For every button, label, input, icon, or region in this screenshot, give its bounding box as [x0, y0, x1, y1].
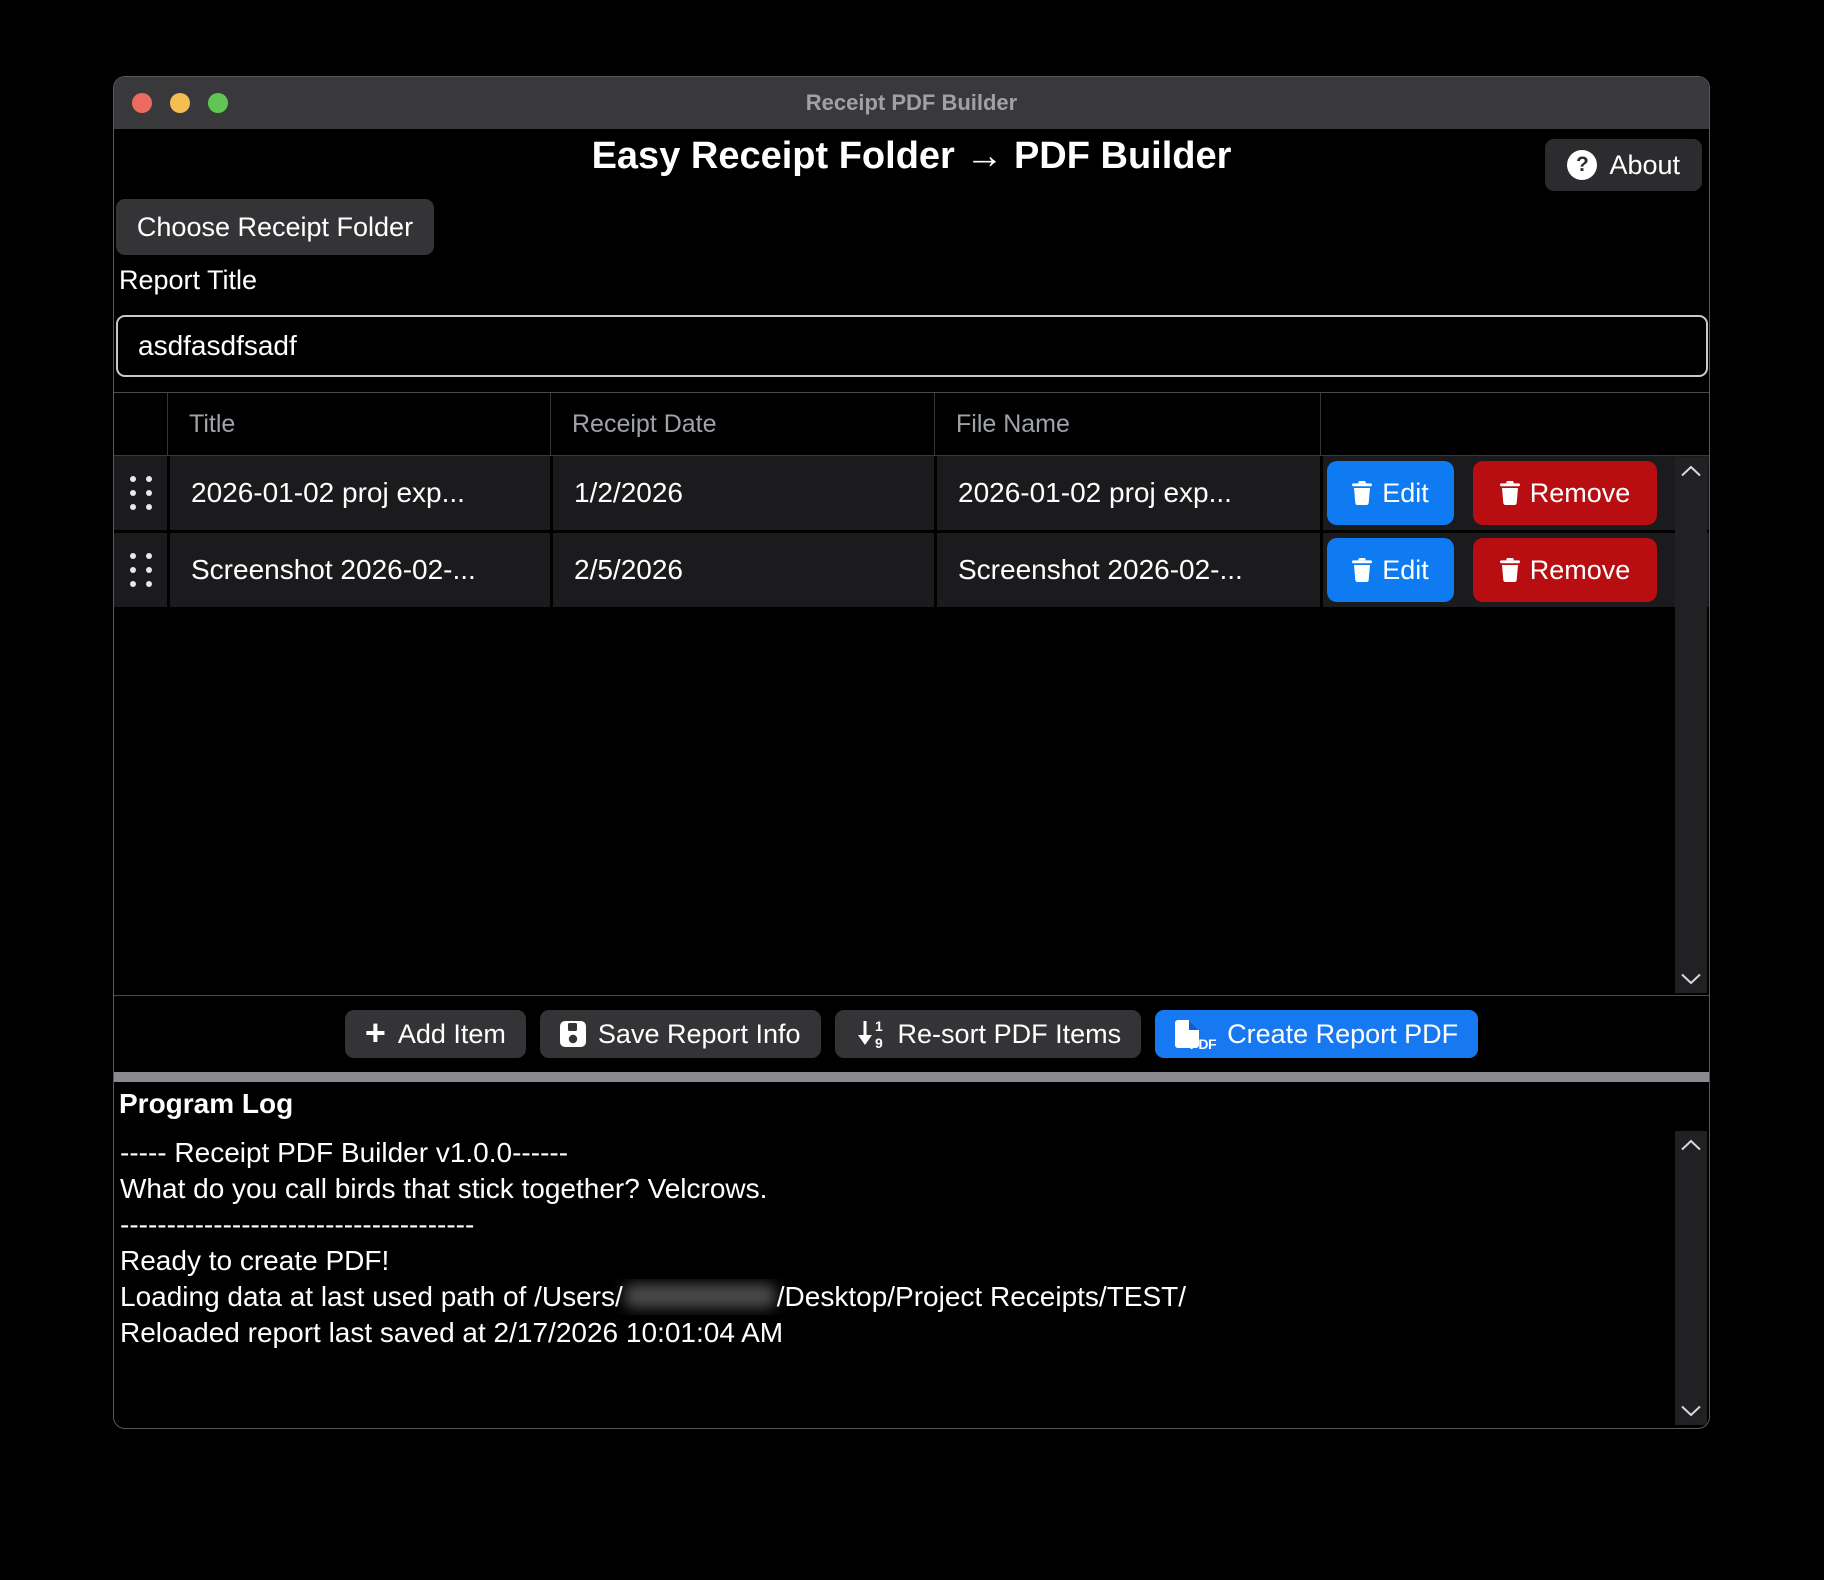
- actions-column-header: [1320, 393, 1709, 455]
- report-title-input[interactable]: [116, 315, 1708, 377]
- receipt-date-column-header: Receipt Date: [550, 393, 934, 455]
- maximize-window-button[interactable]: [208, 93, 228, 113]
- trash-icon: [1352, 558, 1372, 582]
- row-actions-cell: Edit Remove: [1320, 533, 1709, 607]
- svg-text:1: 1: [875, 1019, 883, 1034]
- actions-toolbar: + Add Item Save Report Info 19 Re-sort P…: [114, 1010, 1709, 1058]
- sort-numeric-down-icon: 19: [855, 1019, 886, 1049]
- add-item-label: Add Item: [398, 1019, 506, 1050]
- row-title-cell: Screenshot 2026-02-...: [167, 533, 550, 607]
- save-report-info-button[interactable]: Save Report Info: [540, 1010, 821, 1058]
- log-line: Ready to create PDF!: [120, 1243, 1670, 1279]
- trash-icon: [1352, 481, 1372, 505]
- row-title-cell: 2026-01-02 proj exp...: [167, 456, 550, 530]
- add-item-button[interactable]: + Add Item: [345, 1010, 526, 1058]
- redacted-username: [625, 1284, 775, 1308]
- log-scrollbar[interactable]: [1675, 1131, 1707, 1425]
- row-date-cell: 2/5/2026: [550, 533, 934, 607]
- edit-button-label: Edit: [1382, 478, 1429, 509]
- remove-button-label: Remove: [1530, 555, 1631, 586]
- row-date-cell: 1/2/2026: [550, 456, 934, 530]
- drag-column-header: [114, 393, 167, 455]
- minimize-window-button[interactable]: [170, 93, 190, 113]
- file-name-column-header: File Name: [934, 393, 1320, 455]
- trash-icon: [1500, 558, 1520, 582]
- pane-splitter[interactable]: [114, 1072, 1709, 1082]
- question-circle-icon: ?: [1567, 150, 1597, 180]
- receipt-items-table: Title Receipt Date File Name 2026-01-02 …: [114, 392, 1709, 996]
- log-line: --------------------------------------: [120, 1207, 1670, 1243]
- svg-text:9: 9: [875, 1035, 883, 1049]
- trash-icon: [1500, 481, 1520, 505]
- create-report-pdf-label: Create Report PDF: [1227, 1019, 1458, 1050]
- chevron-up-icon[interactable]: [1680, 465, 1702, 477]
- log-line: ----- Receipt PDF Builder v1.0.0------: [120, 1135, 1670, 1171]
- row-file-cell: 2026-01-02 proj exp...: [934, 456, 1320, 530]
- edit-button[interactable]: Edit: [1327, 538, 1454, 602]
- traffic-lights: [132, 93, 228, 113]
- log-line-path: Loading data at last used path of /Users…: [120, 1279, 1670, 1315]
- resort-pdf-items-button[interactable]: 19 Re-sort PDF Items: [835, 1010, 1142, 1058]
- about-button[interactable]: ? About: [1545, 139, 1702, 191]
- edit-button-label: Edit: [1382, 555, 1429, 586]
- resort-pdf-items-label: Re-sort PDF Items: [898, 1019, 1122, 1050]
- remove-button[interactable]: Remove: [1473, 538, 1657, 602]
- report-title-label: Report Title: [119, 265, 257, 296]
- chevron-up-icon[interactable]: [1680, 1139, 1702, 1151]
- program-log-heading: Program Log: [119, 1088, 293, 1120]
- table-header-row: Title Receipt Date File Name: [114, 393, 1709, 456]
- row-file-cell: Screenshot 2026-02-...: [934, 533, 1320, 607]
- app-window: Receipt PDF Builder Easy Receipt Folder …: [113, 76, 1710, 1429]
- table-row: 2026-01-02 proj exp... 1/2/2026 2026-01-…: [114, 456, 1709, 533]
- drag-handle-dots-icon[interactable]: [130, 476, 152, 510]
- chevron-down-icon[interactable]: [1680, 1405, 1702, 1417]
- close-window-button[interactable]: [132, 93, 152, 113]
- window-titlebar[interactable]: Receipt PDF Builder: [114, 77, 1709, 129]
- table-row: Screenshot 2026-02-... 2/5/2026 Screensh…: [114, 533, 1709, 610]
- drag-cell: [114, 456, 167, 530]
- edit-button[interactable]: Edit: [1327, 461, 1454, 525]
- remove-button[interactable]: Remove: [1473, 461, 1657, 525]
- log-path-suffix: /Desktop/Project Receipts/TEST/: [777, 1281, 1186, 1312]
- pdf-file-icon-label: PDF: [1190, 1036, 1217, 1052]
- window-title: Receipt PDF Builder: [806, 90, 1017, 116]
- choose-receipt-folder-button[interactable]: Choose Receipt Folder: [116, 199, 434, 255]
- floppy-disk-icon: [560, 1021, 586, 1047]
- save-report-info-label: Save Report Info: [598, 1019, 801, 1050]
- drag-handle-dots-icon[interactable]: [130, 553, 152, 587]
- log-line: Reloaded report last saved at 2/17/2026 …: [120, 1315, 1670, 1351]
- chevron-down-icon[interactable]: [1680, 973, 1702, 985]
- table-scrollbar[interactable]: [1675, 457, 1707, 993]
- row-actions-cell: Edit Remove: [1320, 456, 1709, 530]
- page-title: Easy Receipt Folder → PDF Builder: [114, 135, 1709, 178]
- create-report-pdf-button[interactable]: PDF Create Report PDF: [1155, 1010, 1478, 1058]
- log-line: What do you call birds that stick togeth…: [120, 1171, 1670, 1207]
- log-path-prefix: Loading data at last used path of /Users…: [120, 1281, 623, 1312]
- title-column-header: Title: [167, 393, 550, 455]
- about-label: About: [1609, 150, 1680, 181]
- drag-cell: [114, 533, 167, 607]
- program-log: ----- Receipt PDF Builder v1.0.0------ W…: [120, 1135, 1670, 1351]
- pdf-file-icon: PDF: [1175, 1020, 1199, 1048]
- remove-button-label: Remove: [1530, 478, 1631, 509]
